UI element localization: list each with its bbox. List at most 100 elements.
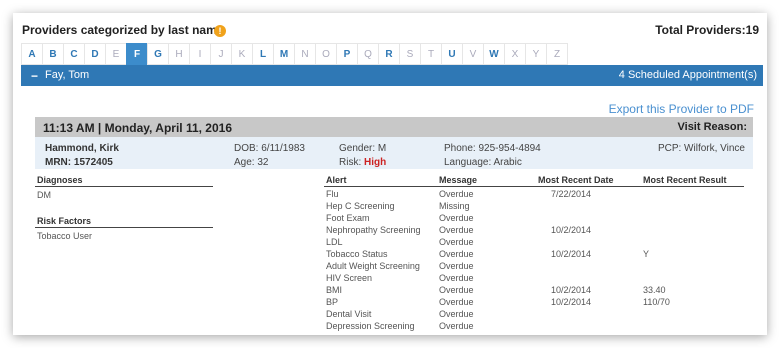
letter-tab-x: X [504,43,526,65]
alert-name: BP [326,297,339,307]
alert-message: Overdue [439,321,474,331]
risk-value: High [364,157,387,168]
collapse-icon[interactable]: − [31,69,38,83]
providers-panel: Providers categorized by last name ! Tot… [13,13,767,335]
alert-name: Nephropathy Screening [326,225,421,235]
table-row: BP Overdue 10/2/2014 110/70 [324,297,744,308]
letter-tab-k: K [231,43,253,65]
alert-message: Overdue [439,273,474,283]
alert-message: Missing [439,201,470,211]
alert-date: 10/2/2014 [551,225,592,235]
alert-name: Dental Visit [326,309,372,319]
letter-tab-i: I [189,43,211,65]
date-col-header: Most Recent Date [538,175,614,185]
letter-tabs: ABCDEFGHIJKLMNOPQRSTUVWXYZ [21,43,568,65]
table-row: Nephropathy Screening Overdue 10/2/2014 [324,225,744,236]
letter-tab-l[interactable]: L [252,43,274,65]
risk-label: Risk: [339,157,364,168]
alert-message: Overdue [439,285,474,295]
table-row: Flu Overdue 7/22/2014 [324,189,744,200]
alert-name: LDL [326,237,343,247]
patient-name: Hammond, Kirk [45,143,119,154]
info-icon[interactable]: ! [214,25,226,37]
alert-date: 7/22/2014 [551,189,592,199]
alert-name: Foot Exam [326,213,370,223]
appointment-count: 4 Scheduled Appointment(s) [618,69,757,81]
letter-tab-n: N [294,43,316,65]
letter-tab-s: S [399,43,421,65]
risk-factors-heading: Risk Factors [37,216,92,226]
letter-tab-h: H [168,43,190,65]
visit-header: 11:13 AM | Monday, April 11, 2016 Visit … [35,117,753,137]
alert-message: Overdue [439,225,474,235]
diagnoses-heading: Diagnoses [37,175,83,185]
patient-age: Age: 32 [234,157,269,168]
provider-name: Fay, Tom [45,69,90,81]
alert-name: Tobacco Status [326,249,388,259]
alert-message: Overdue [439,213,474,223]
alert-message: Overdue [439,249,474,259]
export-pdf-link[interactable]: Export this Provider to PDF [609,102,754,116]
alert-result: 33.40 [643,285,666,295]
visit-datetime: 11:13 AM | Monday, April 11, 2016 [43,121,232,135]
letter-tab-w[interactable]: W [483,43,505,65]
letter-tab-p[interactable]: P [336,43,358,65]
table-row: Tobacco Status Overdue 10/2/2014 Y [324,249,744,260]
letter-tab-e: E [105,43,127,65]
patient-mrn: MRN: 1572405 [45,157,113,168]
alert-name: Adult Weight Screening [326,261,420,271]
visit-reason-label: Visit Reason: [677,121,748,133]
alert-name: Hep C Screening [326,201,395,211]
letter-tab-m[interactable]: M [273,43,295,65]
letter-tab-r[interactable]: R [378,43,400,65]
total-providers: Total Providers:19 [655,23,759,37]
patient-pcp: PCP: Wilfork, Vince [657,143,745,154]
patient-gender: Gender: M [339,143,387,154]
letter-tab-y: Y [525,43,547,65]
risk-factor-item: Tobacco User [37,231,93,241]
patient-language: Language: Arabic [444,157,522,168]
alert-date: 10/2/2014 [551,249,592,259]
patient-info: Hammond, Kirk MRN: 1572405 DOB: 6/11/198… [35,137,753,169]
diagnosis-item: DM [37,190,51,200]
diagnoses-divider [35,186,213,187]
alert-name: Flu [326,189,339,199]
letter-tab-d[interactable]: D [84,43,106,65]
alert-message: Overdue [439,297,474,307]
alert-result: Y [643,249,650,259]
table-row: Depression Screening Overdue [324,321,744,332]
table-row: Dental Visit Overdue [324,309,744,320]
letter-tab-f[interactable]: F [126,43,148,65]
patient-dob: DOB: 6/11/1983 [234,143,305,154]
message-col-header: Message [439,175,478,185]
alert-name: BMI [326,285,343,295]
letter-tab-u[interactable]: U [441,43,463,65]
letter-tab-b[interactable]: B [42,43,64,65]
alert-name: Depression Screening [326,321,415,331]
letter-tab-q: Q [357,43,379,65]
page-title: Providers categorized by last name [22,23,224,37]
table-row: LDL Overdue [324,237,744,248]
letter-tab-v: V [462,43,484,65]
alert-date: 10/2/2014 [551,297,592,307]
table-row: Adult Weight Screening Overdue [324,261,744,272]
letter-tab-j: J [210,43,232,65]
letter-tab-c[interactable]: C [63,43,85,65]
alert-message: Overdue [439,309,474,319]
alert-message: Overdue [439,261,474,271]
alert-col-header: Alert [326,175,347,185]
table-row: HIV Screen Overdue [324,273,744,284]
table-row: BMI Overdue 10/2/2014 33.40 [324,285,744,296]
patient-phone: Phone: 925-954-4894 [444,143,541,154]
letter-tab-z: Z [546,43,568,65]
alert-message: Overdue [439,189,474,199]
panel-header: Providers categorized by last name ! Tot… [13,17,767,41]
letter-tab-g[interactable]: G [147,43,169,65]
letter-tab-t: T [420,43,442,65]
provider-bar[interactable]: − Fay, Tom 4 Scheduled Appointment(s) [21,65,763,86]
alerts-divider [324,186,744,187]
letter-tab-a[interactable]: A [21,43,43,65]
alert-message: Overdue [439,237,474,247]
table-row: Foot Exam Overdue [324,213,744,224]
table-row: Hep C Screening Missing [324,201,744,212]
